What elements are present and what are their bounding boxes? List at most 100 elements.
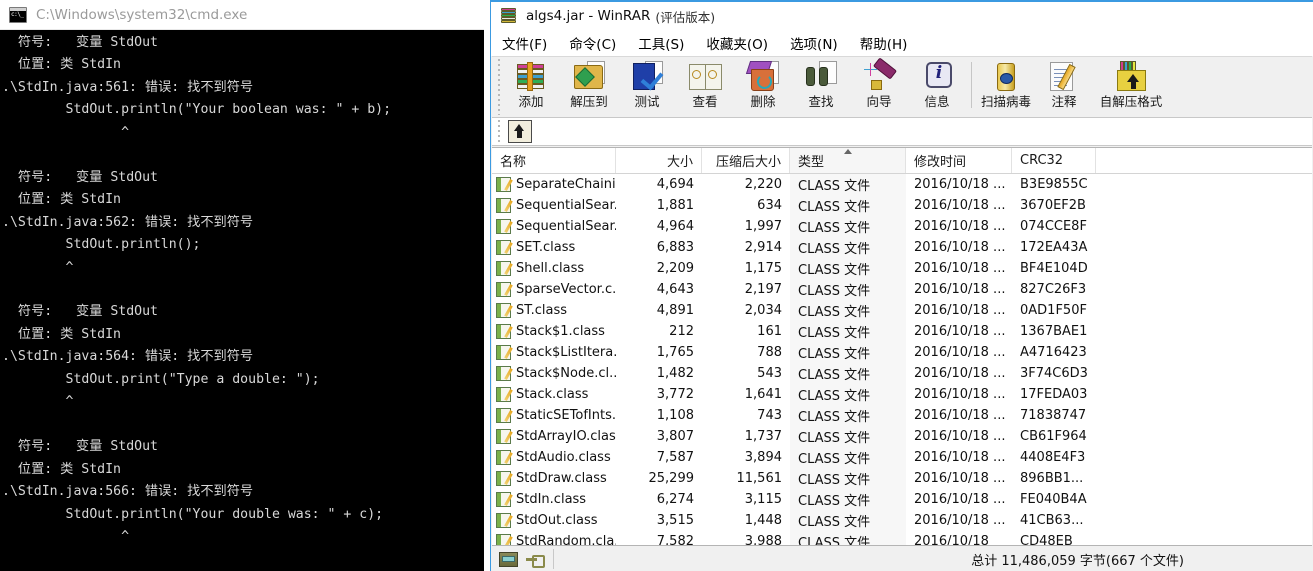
cell-modified: 2016/10/18 ...: [914, 198, 1006, 213]
table-row[interactable]: SequentialSear... 1,881 634 CLASS 文件 2016/10…: [492, 195, 1312, 216]
toolbar-scan-virus[interactable]: 扫描病毒: [977, 57, 1035, 115]
cell-name-label: SequentialSear...: [516, 198, 616, 213]
winrar-title-text: algs4.jar - WinRAR: [526, 8, 651, 24]
table-row[interactable]: StdArrayIO.class 3,807 1,737 CLASS 文件 2016/1…: [492, 426, 1312, 447]
cell-packed: 1,448: [744, 513, 782, 528]
table-row[interactable]: Stack$Node.cl... 1,482 543 CLASS 文件 2016/10/…: [492, 363, 1312, 384]
winrar-books-icon: [499, 7, 518, 25]
cell-name-label: Shell.class: [516, 261, 585, 276]
cell-name: StdRandom.cla...: [492, 531, 616, 545]
key-icon[interactable]: [526, 553, 545, 568]
table-row[interactable]: SeparateChaini... 4,694 2,220 CLASS 文件 2016/…: [492, 174, 1312, 195]
table-row[interactable]: StdOut.class 3,515 1,448 CLASS 文件 2016/10/18…: [492, 510, 1312, 531]
table-row[interactable]: Stack.class 3,772 1,641 CLASS 文件 2016/10/18 …: [492, 384, 1312, 405]
table-row[interactable]: SET.class 6,883 2,914 CLASS 文件 2016/10/18 ..…: [492, 237, 1312, 258]
table-row[interactable]: ST.class 4,891 2,034 CLASS 文件 2016/10/18 ...…: [492, 300, 1312, 321]
toolbar-test[interactable]: 测试: [618, 57, 676, 115]
menu-help[interactable]: 帮助(H): [858, 32, 910, 54]
cell-packed: 161: [757, 324, 782, 339]
class-file-icon: [496, 387, 511, 402]
cell-size: 2,209: [656, 261, 694, 276]
file-list-body[interactable]: SeparateChaini... 4,694 2,220 CLASS 文件 2016/…: [492, 174, 1312, 545]
column-packed-size[interactable]: 压缩后大小: [702, 148, 790, 173]
cell-modified: 2016/10/18 ...: [914, 450, 1006, 465]
cell-crc32: 172EA43A: [1020, 240, 1088, 255]
toolbar-info[interactable]: 信息: [908, 57, 966, 115]
winrar-titlebar[interactable]: algs4.jar - WinRAR (评估版本): [491, 2, 1313, 30]
cell-packed: 2,034: [744, 303, 782, 318]
sfx-box-icon: [1114, 60, 1148, 92]
cell-name-label: StdAudio.class: [516, 450, 611, 465]
cell-type: CLASS 文件: [790, 426, 906, 447]
column-name[interactable]: 名称: [492, 148, 616, 173]
toolbar-delete[interactable]: 删除: [734, 57, 792, 115]
winrar-title-suffix: (评估版本): [655, 9, 716, 25]
cell-filler: [1096, 489, 1312, 510]
toolbar-delete-label: 删除: [750, 94, 776, 109]
table-row[interactable]: StdAudio.class 7,587 3,894 CLASS 文件 2016/10/…: [492, 447, 1312, 468]
table-row[interactable]: StdIn.class 6,274 3,115 CLASS 文件 2016/10/18 …: [492, 489, 1312, 510]
column-size[interactable]: 大小: [616, 148, 702, 173]
cell-filler: [1096, 195, 1312, 216]
toolbar-separator: [971, 62, 972, 108]
toolbar-wizard[interactable]: 向导: [850, 57, 908, 115]
addressbar-drag-grip[interactable]: [496, 119, 502, 144]
cell-filler: [1096, 531, 1312, 545]
toolbar-find[interactable]: 查找: [792, 57, 850, 115]
cmd-titlebar[interactable]: C:\Windows\system32\cmd.exe: [0, 0, 484, 30]
menu-commands[interactable]: 命令(C): [567, 32, 618, 54]
cell-name-label: StdRandom.cla...: [516, 534, 616, 545]
disk-icon[interactable]: [499, 551, 518, 567]
toolbar-add[interactable]: 添加: [502, 57, 560, 115]
cell-type: CLASS 文件: [790, 237, 906, 258]
cell-filler: [1096, 363, 1312, 384]
cell-modified: 2016/10/18 ...: [914, 429, 1006, 444]
table-row[interactable]: StdDraw.class 25,299 11,561 CLASS 文件 2016/10…: [492, 468, 1312, 489]
comment-note-icon: [1047, 60, 1081, 92]
cell-crc32: 41CB63...: [1020, 513, 1084, 528]
toolbar-extract-to[interactable]: 解压到: [560, 57, 618, 115]
toolbar-comment[interactable]: 注释: [1035, 57, 1093, 115]
menu-options[interactable]: 选项(N): [788, 32, 840, 54]
class-file-icon: [496, 198, 511, 213]
column-modified[interactable]: 修改时间: [906, 148, 1012, 173]
cell-packed: 634: [757, 198, 782, 213]
cell-crc32: A4716423: [1020, 345, 1087, 360]
toolbar-sfx[interactable]: 自解压格式: [1093, 57, 1169, 115]
desktop-screen: C:\Windows\system32\cmd.exe 符号: 变量 StdOu…: [0, 0, 1313, 571]
cell-crc32: 3F74C6D3: [1020, 366, 1088, 381]
class-file-icon: [496, 534, 511, 545]
cmd-console-output[interactable]: 符号: 变量 StdOut 位置: 类 StdIn .\StdIn.java:5…: [0, 30, 484, 571]
table-row[interactable]: SparseVector.c... 4,643 2,197 CLASS 文件 2016/…: [492, 279, 1312, 300]
menu-file[interactable]: 文件(F): [500, 32, 549, 54]
cell-size: 1,108: [656, 408, 694, 423]
cell-name-label: Stack$1.class: [516, 324, 605, 339]
cell-packed: 3,894: [744, 450, 782, 465]
cell-type: CLASS 文件: [790, 342, 906, 363]
class-file-icon: [496, 345, 511, 360]
cell-name: SeparateChaini...: [492, 174, 616, 195]
cell-crc32: 827C26F3: [1020, 282, 1087, 297]
column-crc32[interactable]: CRC32: [1012, 148, 1096, 173]
cmd-title-text: C:\Windows\system32\cmd.exe: [36, 6, 248, 23]
cell-modified: 2016/10/18 ...: [914, 324, 1006, 339]
table-row[interactable]: Stack$1.class 212 161 CLASS 文件 2016/10/18 ..…: [492, 321, 1312, 342]
column-type[interactable]: 类型: [790, 148, 906, 173]
toolbar-view[interactable]: 查看: [676, 57, 734, 115]
cell-packed: 1,175: [744, 261, 782, 276]
cell-type: CLASS 文件: [790, 195, 906, 216]
cell-name: StdArrayIO.class: [492, 426, 616, 447]
table-row[interactable]: Shell.class 2,209 1,175 CLASS 文件 2016/10/18 …: [492, 258, 1312, 279]
table-row[interactable]: StaticSETofInts... 1,108 743 CLASS 文件 2016/1…: [492, 405, 1312, 426]
folder-up-icon[interactable]: [508, 120, 532, 143]
table-row[interactable]: SequentialSear... 4,964 1,997 CLASS 文件 2016/…: [492, 216, 1312, 237]
menu-tools[interactable]: 工具(S): [636, 32, 686, 54]
class-file-icon: [496, 513, 511, 528]
cell-filler: [1096, 510, 1312, 531]
cell-filler: [1096, 447, 1312, 468]
menu-favorites[interactable]: 收藏夹(O): [704, 32, 770, 54]
table-row[interactable]: Stack$ListItera... 1,765 788 CLASS 文件 2016/1…: [492, 342, 1312, 363]
cell-type: CLASS 文件: [790, 468, 906, 489]
sort-ascending-icon: [843, 149, 852, 154]
table-row[interactable]: StdRandom.cla... 7,582 3,988 CLASS 文件 2016/1…: [492, 531, 1312, 545]
